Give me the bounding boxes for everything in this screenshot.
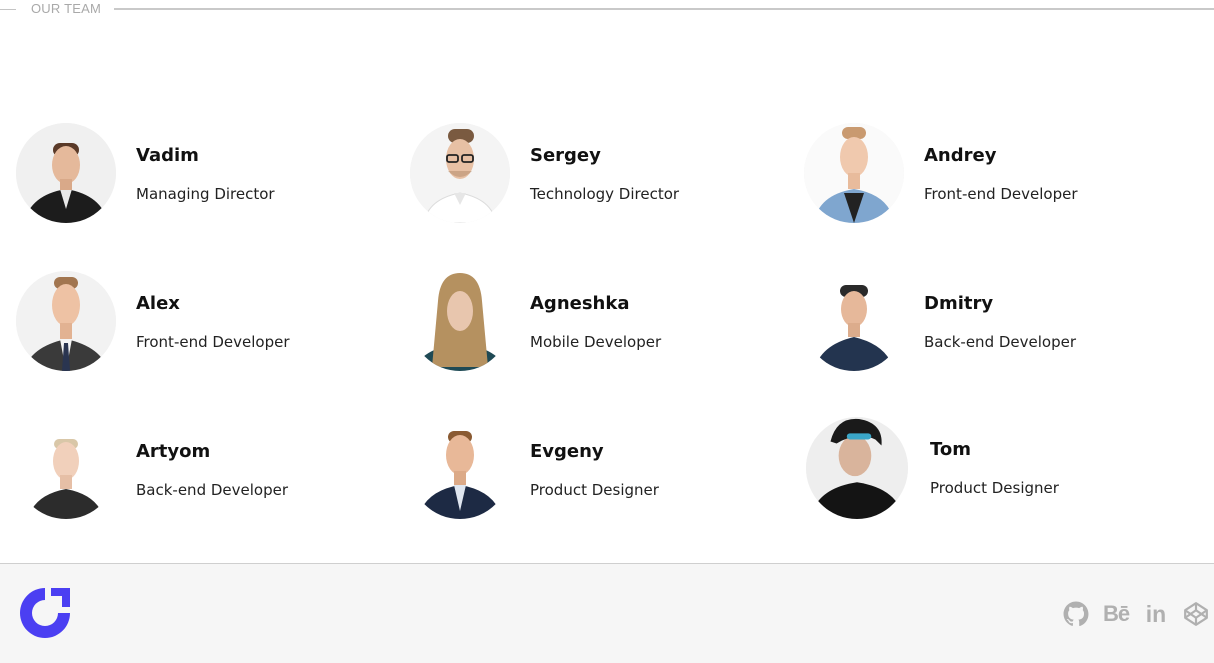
avatar xyxy=(16,271,116,371)
linkedin-icon[interactable]: in xyxy=(1142,600,1170,628)
team-member-card: Tom Product Designer xyxy=(806,417,1186,519)
avatar xyxy=(16,123,116,223)
team-member-card: Vadim Managing Director xyxy=(16,123,396,223)
member-role: Mobile Developer xyxy=(530,333,662,351)
member-role: Technology Director xyxy=(530,185,680,203)
member-role: Front-end Developer xyxy=(924,185,1078,203)
member-role: Back-end Developer xyxy=(924,333,1076,351)
avatar xyxy=(16,419,116,519)
member-role: Back-end Developer xyxy=(136,481,288,499)
team-member-card: Agneshka Mobile Developer xyxy=(410,271,790,371)
team-member-card: Alex Front-end Developer xyxy=(16,271,396,371)
member-name: Evgeny xyxy=(530,441,604,462)
member-name: Andrey xyxy=(924,145,997,166)
github-icon[interactable] xyxy=(1062,600,1090,628)
team-member-card: Sergey Technology Director xyxy=(410,123,790,223)
member-name: Vadim xyxy=(136,145,199,166)
member-role: Product Designer xyxy=(930,479,1059,497)
member-name: Agneshka xyxy=(530,293,630,314)
member-name: Dmitry xyxy=(924,293,994,314)
avatar xyxy=(804,271,904,371)
member-name: Tom xyxy=(930,439,972,460)
team-member-card: Evgeny Product Designer xyxy=(410,419,790,519)
avatar xyxy=(410,271,510,371)
avatar xyxy=(410,419,510,519)
team-member-card: Dmitry Back-end Developer xyxy=(804,271,1184,371)
team-member-card: Artyom Back-end Developer xyxy=(16,419,396,519)
behance-icon[interactable]: Bē xyxy=(1102,600,1130,628)
member-role: Front-end Developer xyxy=(136,333,290,351)
member-name: Sergey xyxy=(530,145,601,166)
social-links: Bē in xyxy=(1062,599,1210,629)
member-name: Alex xyxy=(136,293,180,314)
member-role: Managing Director xyxy=(136,185,275,203)
avatar xyxy=(804,123,904,223)
footer: Bē in xyxy=(0,563,1214,663)
company-logo-icon[interactable] xyxy=(15,583,75,643)
avatar xyxy=(410,123,510,223)
avatar xyxy=(806,417,908,519)
team-member-card: Andrey Front-end Developer xyxy=(804,123,1184,223)
member-role: Product Designer xyxy=(530,481,659,499)
member-name: Artyom xyxy=(136,441,211,462)
team-grid: Vadim Managing Director Sergey Technolog… xyxy=(0,0,1214,560)
codepen-icon[interactable] xyxy=(1182,600,1210,628)
